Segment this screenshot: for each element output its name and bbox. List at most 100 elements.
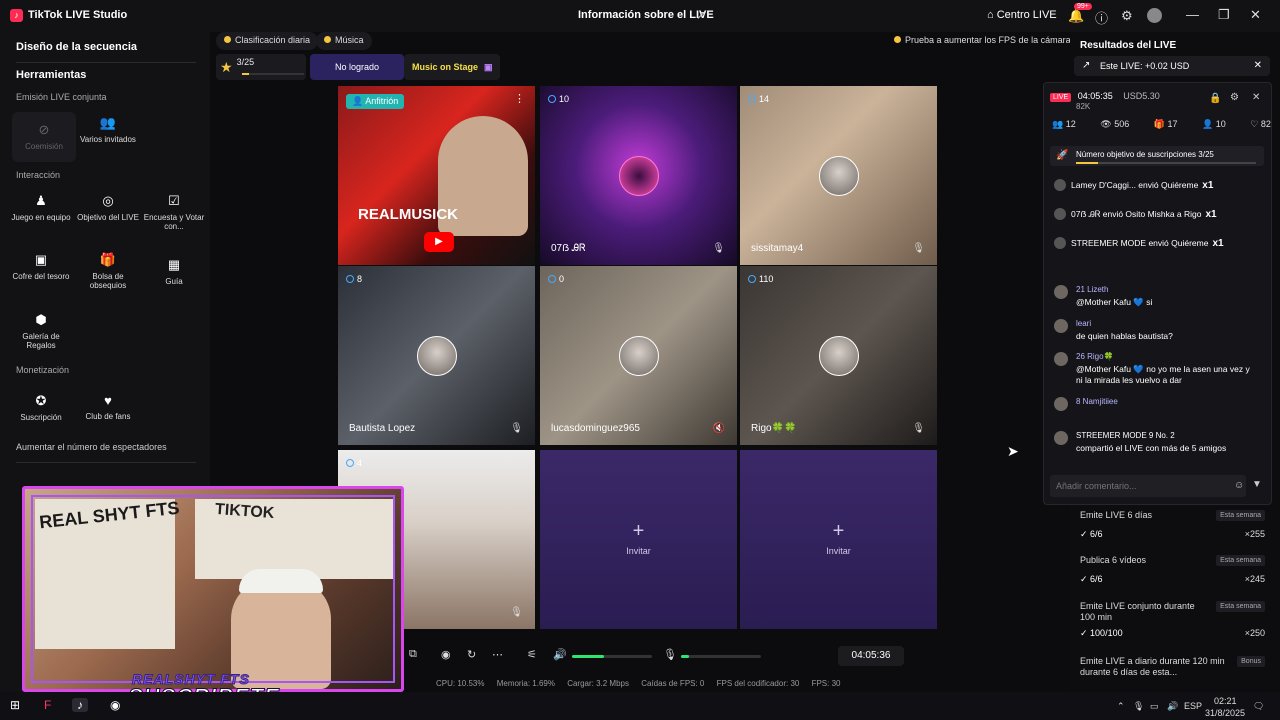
views-stat-value: 506: [1114, 119, 1130, 129]
mic-icon[interactable]: 🎙: [510, 423, 523, 434]
guest-tile-3[interactable]: 14 sissitamay4 🎙: [740, 86, 937, 265]
chevron-up-icon[interactable]: ⌃: [1117, 701, 1125, 712]
guest-tile-6[interactable]: 110 Rigo🍀🍀 🎙: [740, 266, 937, 445]
guide-tool[interactable]: ▦ Guía: [142, 257, 206, 307]
mic-tray-icon[interactable]: 🎙: [1133, 701, 1144, 712]
task-tag: Esta semana: [1216, 601, 1265, 612]
coin-icon: [548, 95, 556, 103]
task-progress: ✓ 100/100: [1080, 628, 1123, 638]
close-icon[interactable]: ✕: [1254, 60, 1262, 71]
chat-user[interactable]: 8 Namjitiiee: [1076, 397, 1118, 406]
microphone-icon[interactable]: 🎙: [663, 648, 677, 661]
guest-tile-4[interactable]: 8 Bautista Lopez 🎙: [338, 266, 535, 445]
poll-tool[interactable]: ☑ Encuesta y Votar con...: [142, 193, 206, 243]
chat-user[interactable]: leari: [1076, 319, 1091, 328]
live-earnings-bar[interactable]: ↗ Este LIVE: +0.02 USD ✕: [1074, 56, 1270, 76]
fps-tip[interactable]: Prueba a aumentar los FPS de la cámara: [886, 32, 1079, 50]
mic-icon[interactable]: 🔇: [713, 423, 725, 434]
lock-icon[interactable]: 🔒: [1209, 93, 1221, 104]
cohost-tool[interactable]: ⊘ Coemisión: [12, 112, 76, 162]
boost-viewers-link[interactable]: Aumentar el número de espectadores: [16, 442, 167, 452]
app-f-icon[interactable]: F: [44, 698, 51, 712]
clock-date[interactable]: 31/8/2025: [1205, 708, 1245, 718]
browser-taskbar-icon[interactable]: ◉: [110, 698, 120, 712]
language-indicator[interactable]: ESP: [1184, 701, 1202, 711]
gift-multiplier: x1: [1202, 180, 1214, 191]
team-game-tool[interactable]: ♟ Juego en equipo: [9, 193, 73, 243]
volume-icon[interactable]: 🔊: [1167, 701, 1178, 712]
heart-icon: ♥: [104, 393, 112, 408]
multi-guest-tool[interactable]: 👥 Varios invitados: [76, 115, 140, 165]
guest-tile-host[interactable]: REALMUSICK ▶ 👤 Anfitrión ⋮: [338, 86, 535, 265]
chat-message: 21 Lizeth @Mother Kafu 💙 si: [1054, 285, 1254, 315]
speaker-icon[interactable]: 🔊: [553, 648, 567, 661]
live-info-title[interactable]: Información sobre el LIVE: [578, 9, 714, 21]
comment-input[interactable]: [1050, 475, 1246, 497]
daily-ranking-chip[interactable]: Clasificación diaria: [216, 32, 319, 50]
mic-icon[interactable]: 🎙: [912, 243, 925, 254]
emoji-icon[interactable]: ☺: [1234, 480, 1244, 491]
invite-slot-2[interactable]: + Invitar: [740, 450, 937, 629]
mic-icon[interactable]: 🎙: [912, 423, 925, 434]
gift-bag-label: Bolsa de obsequios: [89, 272, 127, 290]
invite-slot-1[interactable]: + Invitar: [540, 450, 737, 629]
profile-avatar[interactable]: [1147, 8, 1162, 23]
music-chip[interactable]: Música: [316, 32, 372, 50]
more-options-icon[interactable]: ⋮: [514, 92, 525, 105]
record-icon[interactable]: ◉: [441, 648, 451, 661]
monetization-label: Monetización: [16, 365, 70, 375]
minimize-icon[interactable]: —: [1186, 7, 1199, 22]
close-icon[interactable]: ✕: [1250, 7, 1261, 23]
task-progress: ✓ 6/6: [1080, 529, 1103, 539]
speaker-volume-slider[interactable]: [572, 655, 652, 658]
filter-icon[interactable]: ▼: [1252, 479, 1262, 490]
gift-text: Lamey D'Caggi... envió Quiéreme: [1071, 180, 1199, 190]
subscription-goal-banner[interactable]: 🚀 Número objetivo de suscripciones 3/25: [1050, 146, 1264, 166]
mic-icon[interactable]: 🎙: [510, 607, 523, 618]
gift-bag-tool[interactable]: 🎁 Bolsa de obsequios: [76, 252, 140, 302]
subscription-tool[interactable]: ✪ Suscripción: [9, 393, 73, 443]
guest-count: 110: [759, 274, 774, 284]
sequence-design-title[interactable]: Diseño de la secuencia: [16, 41, 137, 53]
live-center-link[interactable]: ⌂ Centro LIVE: [987, 9, 1057, 21]
more-icon[interactable]: ⋯: [492, 648, 503, 661]
chat-user[interactable]: 26 Rigo🍀: [1076, 352, 1114, 361]
treasure-chest-tool[interactable]: ▣ Cofre del tesoro: [9, 252, 73, 302]
tiktok-taskbar-icon[interactable]: ♪: [72, 698, 88, 712]
task-item: Emite LIVE a diario durante 120 min dura…: [1080, 656, 1265, 682]
windows-start-icon[interactable]: ⊞: [10, 698, 20, 712]
music-on-stage-button[interactable]: Music on Stage ▣: [404, 54, 500, 80]
mixer-icon[interactable]: ⚟: [527, 648, 537, 661]
close-icon[interactable]: ✕: [1252, 92, 1260, 103]
chat-user[interactable]: STREEMER MODE 9 No. 2: [1076, 431, 1175, 440]
fan-club-tool[interactable]: ♥ Club de fans: [76, 393, 140, 443]
guide-icon: ▦: [167, 257, 181, 272]
mic-volume-slider[interactable]: [681, 655, 761, 658]
settings-icon[interactable]: ⚙: [1121, 8, 1133, 24]
likes-stat-value: 82 K: [1260, 119, 1271, 129]
settings-icon[interactable]: ⚙: [1230, 92, 1239, 103]
help-icon[interactable]: ⓘ: [1095, 8, 1108, 27]
guest-avatar: [819, 336, 859, 376]
replay-icon[interactable]: ↻: [467, 648, 476, 661]
notifications-icon[interactable]: 🗨: [1253, 701, 1264, 712]
guest-tile-2[interactable]: 10 07ẞ ᎯᏒ 🎙: [540, 86, 737, 265]
subscription-goal-widget[interactable]: ★ 3/25: [216, 54, 306, 80]
load-stat: Cargar: 3.2 Mbps: [567, 679, 629, 688]
share-icon[interactable]: ↗: [696, 8, 706, 22]
chat-user[interactable]: 21 Lizeth: [1076, 285, 1108, 294]
chat-panel: LIVE 04:05:35 USD5.30 82K 🔒 ⚙ ✕ 👥 12 👁 5…: [1043, 82, 1272, 505]
gift-gallery-tool[interactable]: ⬢ Galería de Regalos: [9, 312, 73, 362]
live-goal-tool[interactable]: ◎ Objetivo del LIVE: [76, 193, 140, 243]
tip-icon: [894, 36, 901, 43]
layout-icon[interactable]: ⧉: [409, 648, 417, 661]
goal-bar: [1076, 162, 1256, 164]
users-stat: 👥 12: [1052, 119, 1076, 129]
mic-icon[interactable]: 🎙: [712, 243, 725, 254]
guest-tile-5[interactable]: 0 lucasdominguez965 🔇: [540, 266, 737, 445]
guide-label: Guía: [165, 277, 183, 286]
notification-bell-icon[interactable]: 🔔: [1068, 8, 1084, 24]
maximize-icon[interactable]: ❐: [1218, 7, 1230, 23]
clock-time[interactable]: 02:21: [1214, 696, 1237, 706]
network-icon[interactable]: ▭: [1150, 701, 1159, 712]
